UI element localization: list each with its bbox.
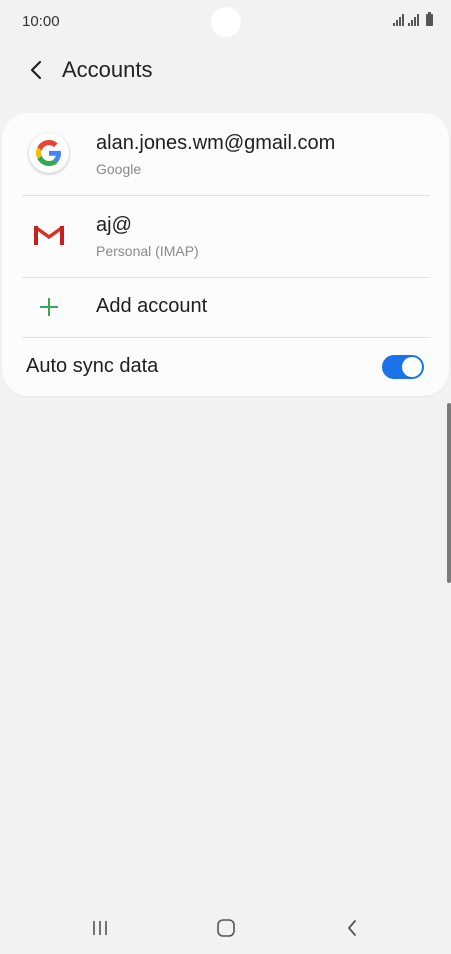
signal-icon	[408, 14, 419, 26]
home-icon	[217, 919, 235, 937]
status-time: 10:00	[22, 13, 60, 30]
back-button[interactable]	[20, 54, 52, 86]
home-button[interactable]	[204, 908, 248, 948]
account-row-imap[interactable]: aj@ Personal (IMAP)	[2, 196, 449, 277]
page-title: Accounts	[62, 57, 153, 82]
status-icons	[393, 12, 433, 26]
accounts-card: alan.jones.wm@gmail.com Google aj@ Perso…	[2, 113, 449, 396]
back-nav-button[interactable]	[330, 908, 374, 948]
signal-icon	[393, 14, 404, 26]
battery-icon	[426, 12, 433, 26]
plus-icon	[27, 285, 71, 329]
google-icon	[27, 131, 71, 175]
app-header: Accounts	[0, 44, 451, 100]
recent-apps-button[interactable]	[78, 908, 122, 948]
add-account-row[interactable]: Add account	[2, 278, 449, 337]
account-row-google[interactable]: alan.jones.wm@gmail.com Google	[2, 113, 449, 195]
auto-sync-label: Auto sync data	[26, 355, 159, 377]
status-bar: 10:00	[0, 0, 451, 44]
back-icon	[348, 920, 356, 936]
navigation-bar	[0, 900, 451, 954]
toggle-knob	[402, 357, 422, 377]
account-email: alan.jones.wm@gmail.com	[96, 132, 336, 154]
recent-apps-icon	[93, 921, 107, 935]
chevron-left-icon	[30, 60, 42, 80]
camera-cutout	[211, 7, 241, 37]
account-type: Personal (IMAP)	[96, 243, 199, 259]
scroll-handle[interactable]	[447, 403, 451, 583]
account-type: Google	[96, 161, 142, 177]
gmail-icon	[27, 213, 71, 257]
auto-sync-toggle[interactable]	[382, 355, 424, 379]
add-account-label: Add account	[96, 295, 208, 317]
account-email: aj@	[96, 214, 132, 236]
